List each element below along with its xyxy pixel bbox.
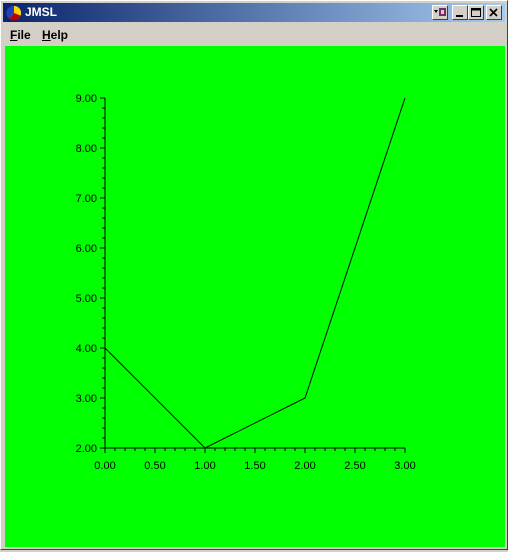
y-tick-label: 3.00 <box>76 393 97 405</box>
y-tick-label: 5.00 <box>76 293 97 305</box>
x-tick-label: 0.00 <box>94 460 115 472</box>
y-tick-label: 4.00 <box>76 343 97 355</box>
maximize-button[interactable] <box>468 5 484 20</box>
menu-icon <box>434 8 446 16</box>
maximize-icon <box>471 8 481 17</box>
menu-bar: File Help <box>3 25 505 45</box>
x-tick-label: 2.00 <box>294 460 315 472</box>
y-tick-label: 9.00 <box>76 93 97 105</box>
x-tick-label: 3.00 <box>394 460 415 472</box>
menu-file[interactable]: File <box>10 28 31 43</box>
y-tick-label: 2.00 <box>76 443 97 455</box>
app-window: JMSL File Help 2.00 3.00 4.00 5.00 6.00 … <box>0 0 508 550</box>
series-line <box>104 97 406 449</box>
minimize-button[interactable] <box>452 5 468 20</box>
x-tick-label: 0.50 <box>144 460 165 472</box>
menu-help[interactable]: Help <box>42 28 68 43</box>
window-title: JMSL <box>25 5 58 19</box>
line-chart: 2.00 3.00 4.00 5.00 6.00 7.00 8.00 9.00 0.00 0.50… <box>76 93 416 472</box>
x-tick-label: 1.00 <box>194 460 215 472</box>
jmsl-app-icon <box>6 5 21 21</box>
chart-canvas: 2.00 3.00 4.00 5.00 6.00 7.00 8.00 9.00 0.00 0.50… <box>5 46 505 547</box>
x-tick-label: 2.50 <box>344 460 365 472</box>
x-tick-label: 1.50 <box>244 460 265 472</box>
y-tick-label: 8.00 <box>76 143 97 155</box>
close-icon <box>489 8 498 17</box>
menu-help-mnemonic: H <box>42 28 51 42</box>
title-bar[interactable]: JMSL <box>3 3 505 22</box>
menu-file-label: ile <box>17 28 31 42</box>
y-tick-label: 6.00 <box>76 243 97 255</box>
menu-help-label: elp <box>50 28 69 42</box>
window-menu-button[interactable] <box>432 5 448 20</box>
close-button[interactable] <box>486 5 502 20</box>
minimize-icon <box>456 15 463 17</box>
y-tick-label: 7.00 <box>76 193 97 205</box>
